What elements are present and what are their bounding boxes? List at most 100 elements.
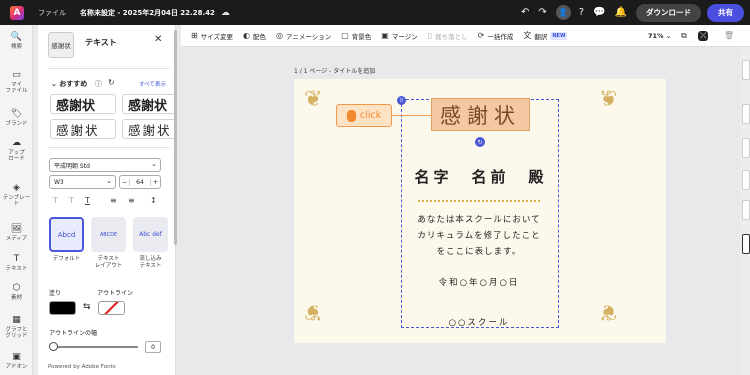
redo-icon[interactable]: ↷ (538, 7, 546, 18)
animation-button[interactable]: ◎ アニメーション (276, 31, 331, 41)
ornament-corner: ❦ (599, 299, 618, 324)
background-color-button[interactable]: ▢ 背景色 (341, 31, 371, 41)
transform-icon[interactable]: ⤫ (698, 31, 709, 41)
show-all-link[interactable]: すべて表示 (139, 80, 166, 88)
text-style-option[interactable]: 感謝状 (122, 94, 176, 114)
certificate-heading[interactable]: 感謝状 (431, 98, 530, 131)
text-underline-icon[interactable]: T (85, 196, 90, 205)
right-tab[interactable] (742, 200, 750, 220)
margin-button[interactable]: ▣ マージン (381, 31, 417, 41)
rail-item-charts-grids[interactable]: ▦ グラフと グリッド (0, 315, 33, 340)
zoom-level[interactable]: 71% ⌄ (648, 32, 671, 40)
recommended-heading[interactable]: ⌄ おすすめ (51, 79, 87, 89)
increase-size-button[interactable]: + (150, 178, 160, 186)
document-title[interactable]: 名称未設定 - 2025年2月04日 22.28.42 (80, 8, 215, 18)
media-icon: 🖼 (10, 224, 23, 234)
slider-handle[interactable] (49, 342, 58, 351)
comment-icon[interactable]: 💬 (593, 7, 605, 18)
download-button[interactable]: ダウンロード (636, 3, 701, 22)
rail-item-brand[interactable]: 🏷 ブランド (0, 109, 33, 127)
brand-icon: 🏷 (10, 109, 23, 119)
bulk-create-icon: ⟳ (477, 31, 485, 40)
fill-color-swatch[interactable] (49, 301, 76, 315)
rail-label: アップ ロード (8, 149, 25, 163)
right-tab[interactable] (742, 138, 750, 158)
line-spacing-icon[interactable]: ↕ (150, 196, 157, 205)
click-annotation: click (336, 104, 392, 127)
addon-icon: ▣ (12, 352, 21, 362)
rail-item-text[interactable]: T テキスト (0, 254, 33, 272)
layers-icon[interactable]: ⧉ (681, 31, 687, 41)
align-center-icon[interactable]: ≡ (110, 196, 117, 205)
resize-icon: ⊞ (191, 31, 198, 40)
rail-item-elements[interactable]: ⬡ 素材 (0, 283, 33, 301)
shapes-icon: ⬡ (12, 283, 21, 293)
undo-icon[interactable]: ↶ (521, 7, 529, 18)
adobe-express-logo-icon[interactable]: A (10, 5, 24, 20)
toolbar-label: アニメーション (285, 32, 332, 41)
grid-icon: ▦ (12, 315, 21, 325)
file-menu[interactable]: ファイル (38, 8, 66, 18)
effect-text-layout[interactable]: ABCDE (91, 217, 126, 252)
font-size-input[interactable]: 64 (130, 179, 150, 186)
outline-width-slider[interactable] (52, 346, 138, 348)
color-scheme-button[interactable]: ◐ 配色 (243, 31, 266, 41)
panel-scrollbar[interactable] (174, 30, 177, 245)
toolbar-label: マージン (391, 32, 418, 41)
page-label[interactable]: 1 / 1 ページ - タイトルを追加 (294, 66, 375, 75)
notification-bell-icon[interactable]: 🔔 (615, 7, 627, 18)
outline-label: アウトライン (97, 290, 134, 297)
trash-icon[interactable]: 🗑 (724, 31, 734, 40)
list-icon[interactable]: ≡ (128, 196, 135, 205)
right-tab[interactable] (742, 170, 750, 190)
text-style-option[interactable]: 感謝状 (50, 119, 116, 139)
effect-label: テキスト レイアウト (94, 256, 123, 270)
user-icon[interactable]: 👤 (555, 5, 571, 20)
margin-icon: ▣ (381, 31, 389, 40)
ornament-corner: ❦ (304, 299, 323, 324)
close-icon[interactable]: ✕ (154, 34, 162, 45)
panel-title: テキスト (85, 38, 117, 47)
right-tab[interactable] (742, 234, 750, 254)
right-tab[interactable] (742, 60, 750, 80)
drag-handle-icon[interactable]: ⠿ (397, 96, 406, 105)
rail-item-search[interactable]: 🔍 検索 (0, 32, 33, 50)
text-style-option[interactable]: 感謝状 (122, 119, 176, 139)
text-style-option[interactable]: 感謝状 (50, 94, 116, 114)
swap-colors-icon[interactable]: ⇆ (83, 302, 91, 312)
decrease-size-button[interactable]: − (120, 178, 130, 186)
text-style-icon[interactable]: T (53, 196, 58, 205)
effect-default[interactable]: Abcd (49, 217, 84, 252)
animation-icon: ◎ (276, 31, 283, 40)
text-style-icon[interactable]: T (69, 196, 74, 205)
cloud-sync-icon[interactable]: ☁ (221, 8, 230, 18)
ornament-corner: ❦ (304, 87, 323, 112)
rail-label: アドオン (5, 363, 28, 370)
outline-color-swatch[interactable] (98, 301, 125, 315)
ornament-corner: ❦ (599, 87, 618, 112)
resize-button[interactable]: ⊞ サイズ変更 (191, 31, 233, 41)
outline-width-label: アウトラインの幅 (49, 330, 98, 337)
font-weight-select[interactable]: W3 ⌄ (49, 175, 116, 189)
rail-item-media[interactable]: 🖼 メディア (0, 224, 33, 242)
font-family-select[interactable]: 平成明朝 Std ⌄ (49, 158, 161, 172)
rail-item-templates[interactable]: ◈ テンプレー ト (0, 183, 33, 208)
rail-label: グラフと グリッド (5, 326, 28, 340)
bulk-create-button[interactable]: ⟳ 一括作成 (478, 31, 514, 41)
background-icon: ▢ (341, 31, 349, 40)
rotate-icon[interactable]: ↻ (475, 137, 485, 147)
rail-item-upload[interactable]: ☁ アップ ロード (0, 138, 33, 163)
rail-item-my-files[interactable]: ▭ マイ ファイル (0, 70, 33, 95)
rail-item-addons[interactable]: ▣ アドオン (0, 352, 33, 370)
effect-flow-text[interactable]: Abc def (133, 217, 168, 252)
outline-width-input[interactable]: 0 (145, 341, 161, 353)
refresh-icon[interactable]: ↻ (108, 78, 115, 87)
help-icon[interactable]: ? (579, 7, 584, 18)
share-button[interactable]: 共有 (707, 3, 744, 22)
translate-button[interactable]: 文翻訳 NEW (523, 30, 568, 41)
bleed-button[interactable]: ▯ 裁ち落とし (428, 31, 468, 41)
font-size-stepper[interactable]: − 64 + (119, 175, 161, 189)
info-icon[interactable]: ⓘ (95, 79, 102, 89)
right-tab[interactable] (742, 104, 750, 124)
rail-label: テンプレー ト (2, 194, 31, 208)
